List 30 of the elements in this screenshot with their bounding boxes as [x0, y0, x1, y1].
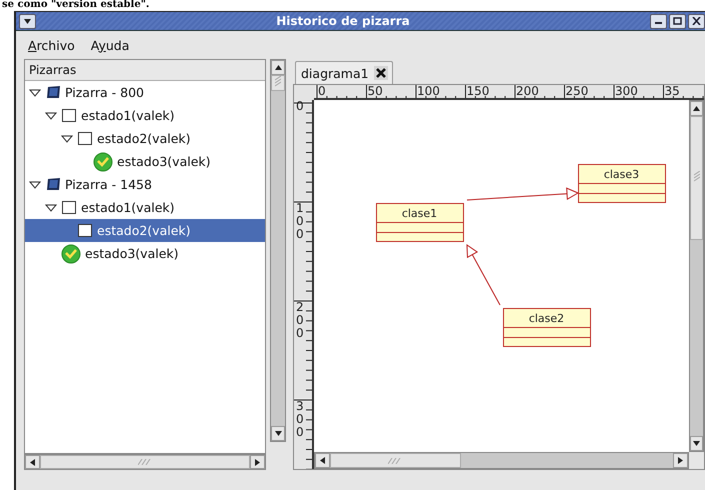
class-name: clase2: [528, 312, 564, 325]
ruler-label: 35: [664, 85, 680, 98]
ruler-label: 250: [566, 85, 588, 98]
ruler-label: 300: [296, 400, 305, 440]
tree-item[interactable]: estado1(valek): [25, 196, 265, 219]
window-title: Historico de pizarra: [275, 14, 411, 28]
class-box[interactable]: clase2: [502, 308, 591, 347]
ruler-label: 100: [417, 85, 440, 98]
tree-item[interactable]: estado2(valek): [25, 127, 265, 150]
class-box[interactable]: clase3: [578, 164, 666, 203]
menu-item[interactable]: Archivo: [26, 36, 77, 54]
tree-item[interactable]: Pizarra - 800: [25, 81, 265, 104]
class-name: clase3: [604, 168, 640, 181]
ruler-label: 150: [466, 85, 490, 98]
tree-item[interactable]: estado3(valek): [25, 242, 265, 265]
tab[interactable]: diagrama1: [295, 61, 393, 84]
ruler-label: 200: [516, 85, 539, 98]
ruler-label: 0: [318, 85, 326, 98]
ruler-label: 300: [615, 85, 638, 98]
class-box[interactable]: clase1: [376, 203, 464, 242]
ruler-label: 200: [296, 301, 305, 341]
column-header[interactable]: Pizarras: [25, 60, 265, 81]
tree-item[interactable]: estado2(valek): [25, 219, 265, 242]
tree-item[interactable]: Pizarra - 1458: [25, 173, 265, 196]
ruler-label: 100: [296, 202, 305, 242]
menu-item[interactable]: Ayuda: [88, 36, 132, 54]
tree-item[interactable]: estado3(valek): [25, 150, 265, 173]
tree-item[interactable]: estado1(valek): [25, 104, 265, 127]
class-name: clase1: [402, 207, 438, 220]
ruler-label: 50: [368, 85, 383, 98]
